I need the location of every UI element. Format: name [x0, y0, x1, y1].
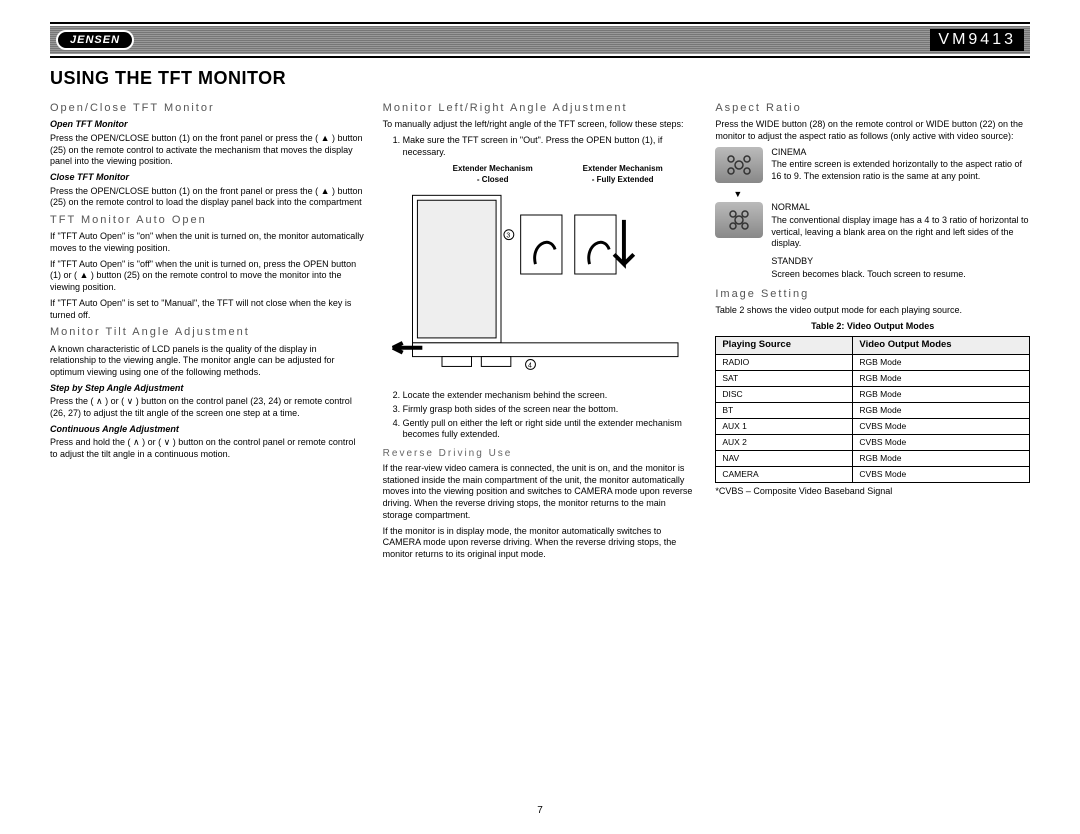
para: Press the ( ∧ ) or ( ∨ ) button on the c…	[50, 396, 365, 419]
heading-aspect: Aspect Ratio	[715, 101, 1030, 115]
subhead-open: Open TFT Monitor	[50, 119, 365, 131]
steps-list: Locate the extender mechanism behind the…	[403, 390, 698, 441]
label: CINEMA	[771, 147, 1030, 159]
aspect-cinema: CINEMA The entire screen is extended hor…	[715, 147, 1030, 183]
fig-label: Extender Mechanism- Closed	[453, 164, 533, 185]
heading-open-close: Open/Close TFT Monitor	[50, 101, 365, 115]
model-number: VM9413	[930, 29, 1024, 51]
figure-extender: Extender Mechanism- Closed Extender Mech…	[383, 164, 698, 384]
table-cell: CAMERA	[716, 466, 853, 482]
table-cell: CVBS Mode	[853, 466, 1030, 482]
para: To manually adjust the left/right angle …	[383, 119, 698, 131]
diagram-icon: 3 4	[383, 164, 698, 384]
table-caption: Table 2: Video Output Modes	[715, 321, 1030, 333]
label: STANDBY	[771, 256, 1030, 268]
heading-tilt: Monitor Tilt Angle Adjustment	[50, 325, 365, 339]
label: NORMAL	[771, 202, 1030, 214]
desc: Screen becomes black. Touch screen to re…	[771, 269, 1030, 281]
para: If "TFT Auto Open" is "on" when the unit…	[50, 231, 365, 254]
table-row: NAVRGB Mode	[716, 450, 1030, 466]
heading-auto-open: TFT Monitor Auto Open	[50, 213, 365, 227]
th-source: Playing Source	[716, 337, 853, 354]
desc: The conventional display image has a 4 t…	[771, 215, 1030, 250]
page-title: USING THE TFT MONITOR	[50, 68, 1030, 89]
table-row: DISCRGB Mode	[716, 386, 1030, 402]
heading-left-right: Monitor Left/Right Angle Adjustment	[383, 101, 698, 115]
table-row: AUX 2CVBS Mode	[716, 434, 1030, 450]
rule-bottom	[50, 56, 1030, 58]
column-mid: Monitor Left/Right Angle Adjustment To m…	[383, 97, 698, 565]
para: If the rear-view video camera is connect…	[383, 463, 698, 521]
svg-text:4: 4	[528, 363, 532, 370]
subhead-continuous: Continuous Angle Adjustment	[50, 424, 365, 436]
table-row: AUX 1CVBS Mode	[716, 418, 1030, 434]
table-cell: AUX 1	[716, 418, 853, 434]
column-right: Aspect Ratio Press the WIDE button (28) …	[715, 97, 1030, 565]
th-mode: Video Output Modes	[853, 337, 1030, 354]
table-footnote: *CVBS – Composite Video Baseband Signal	[715, 486, 1030, 498]
normal-icon	[715, 202, 763, 238]
fig-label: Extender Mechanism- Fully Extended	[583, 164, 663, 185]
para: If "TFT Auto Open" is set to "Manual", t…	[50, 298, 365, 321]
para: If the monitor is in display mode, the m…	[383, 526, 698, 561]
table-cell: RGB Mode	[853, 450, 1030, 466]
table-cell: SAT	[716, 370, 853, 386]
column-left: Open/Close TFT Monitor Open TFT Monitor …	[50, 97, 365, 565]
table-row: CAMERACVBS Mode	[716, 466, 1030, 482]
video-output-table: Playing Source Video Output Modes RADIOR…	[715, 336, 1030, 483]
desc: The entire screen is extended horizontal…	[771, 159, 1030, 182]
aspect-standby: STANDBY Screen becomes black. Touch scre…	[715, 256, 1030, 280]
table-cell: RGB Mode	[853, 386, 1030, 402]
steps-list: Make sure the TFT screen in "Out". Press…	[403, 135, 698, 158]
step: Make sure the TFT screen in "Out". Press…	[403, 135, 698, 158]
table-cell: DISC	[716, 386, 853, 402]
svg-text:3: 3	[506, 233, 510, 240]
columns: Open/Close TFT Monitor Open TFT Monitor …	[50, 97, 1030, 565]
heading-image-setting: Image Setting	[715, 287, 1030, 301]
table-cell: RGB Mode	[853, 402, 1030, 418]
rule-top	[50, 22, 1030, 24]
aspect-normal: NORMAL The conventional display image ha…	[715, 202, 1030, 250]
step: Gently pull on either the left or right …	[403, 418, 698, 441]
table-cell: RGB Mode	[853, 370, 1030, 386]
cinema-icon	[715, 147, 763, 183]
step: Firmly grasp both sides of the screen ne…	[403, 404, 698, 416]
para: Press the OPEN/CLOSE button (1) on the f…	[50, 133, 365, 168]
subhead-step: Step by Step Angle Adjustment	[50, 383, 365, 395]
down-arrow-icon: ▼	[733, 189, 1030, 201]
logo: JENSEN	[56, 30, 134, 50]
table-cell: NAV	[716, 450, 853, 466]
table-row: BTRGB Mode	[716, 402, 1030, 418]
table-cell: CVBS Mode	[853, 418, 1030, 434]
para: A known characteristic of LCD panels is …	[50, 344, 365, 379]
para: Press the WIDE button (28) on the remote…	[715, 119, 1030, 142]
para: Table 2 shows the video output mode for …	[715, 305, 1030, 317]
table-cell: RADIO	[716, 354, 853, 370]
step: Locate the extender mechanism behind the…	[403, 390, 698, 402]
para: Press the OPEN/CLOSE button (1) on the f…	[50, 186, 365, 209]
header-bar: JENSEN VM9413	[50, 26, 1030, 54]
subhead-close: Close TFT Monitor	[50, 172, 365, 184]
table-cell: CVBS Mode	[853, 434, 1030, 450]
page-number: 7	[537, 805, 543, 816]
table-cell: RGB Mode	[853, 354, 1030, 370]
table-cell: BT	[716, 402, 853, 418]
heading-reverse: Reverse Driving Use	[383, 447, 698, 460]
para: If "TFT Auto Open" is "off" when the uni…	[50, 259, 365, 294]
table-cell: AUX 2	[716, 434, 853, 450]
table-row: RADIORGB Mode	[716, 354, 1030, 370]
table-row: SATRGB Mode	[716, 370, 1030, 386]
para: Press and hold the ( ∧ ) or ( ∨ ) button…	[50, 437, 365, 460]
